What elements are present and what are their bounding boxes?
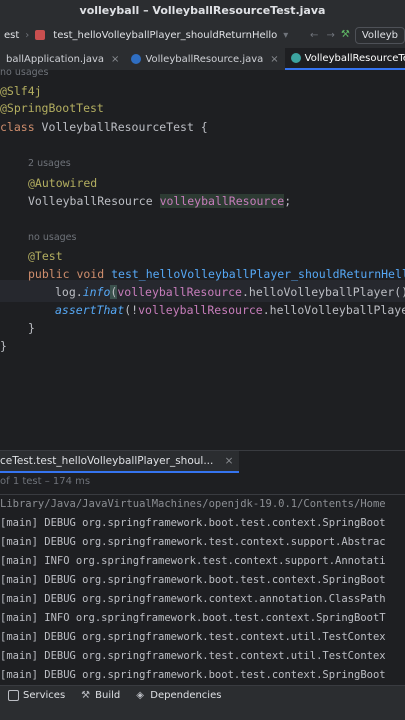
navigation-bar: est › test_helloVolleyballPlayer_shouldR… xyxy=(0,22,405,48)
console-line: [main] DEBUG org.springframework.boot.te… xyxy=(0,517,386,529)
console-line: [main] INFO org.springframework.test.con… xyxy=(0,555,386,567)
method-name: test_helloVolleyballPlayer_shouldReturnH… xyxy=(111,267,405,281)
run-configuration-label: Volleyb xyxy=(361,29,398,41)
back-arrow-icon[interactable]: ← xyxy=(308,30,320,41)
tab-label: VolleyballResource.java xyxy=(145,53,264,65)
class-close-brace: } xyxy=(0,339,7,353)
log-method: info xyxy=(82,285,111,299)
chevron-down-icon[interactable]: ▾ xyxy=(281,30,290,41)
console-line: [main] DEBUG org.springframework.test.co… xyxy=(0,536,386,548)
console-line: [main] DEBUG org.springframework.context… xyxy=(0,593,386,605)
log-statement: log.info(volleyballResource.helloVolleyb… xyxy=(55,285,405,299)
build-label: Build xyxy=(95,690,121,701)
field-end: ; xyxy=(284,194,292,208)
tab-label: VolleyballResourceTest.java xyxy=(304,52,405,64)
assert-paren: (! xyxy=(124,303,139,317)
field-name: volleyballResource xyxy=(159,194,285,208)
method-declaration: public void test_helloVolleyballPlayer_s… xyxy=(28,267,405,281)
class-icon xyxy=(290,53,301,63)
tab-resource-test[interactable]: VolleyballResourceTest.java × xyxy=(284,48,405,70)
build-button[interactable]: ⚒ Build xyxy=(73,690,128,701)
console-line: [main] DEBUG org.springframework.boot.te… xyxy=(0,669,386,681)
run-tab[interactable]: ceTest.test_helloVolleyballPlayer_shoul.… xyxy=(0,451,240,473)
close-icon[interactable]: × xyxy=(111,54,119,65)
field-type: VolleyballResource xyxy=(28,194,160,208)
console-line: Library/Java/JavaVirtualMachines/openjdk… xyxy=(0,498,386,510)
divider xyxy=(0,494,405,495)
breadcrumb-test[interactable]: est xyxy=(0,30,23,41)
breadcrumb-method[interactable]: test_helloVolleyballPlayer_shouldReturnH… xyxy=(49,30,281,41)
code-editor[interactable]: no usages @Slf4j @SpringBootTest class V… xyxy=(0,67,405,450)
method-keywords: public void xyxy=(28,267,112,281)
console-line: [main] DEBUG org.springframework.boot.te… xyxy=(0,574,386,586)
services-label: Services xyxy=(23,690,66,701)
dependencies-icon: ◈ xyxy=(136,689,144,701)
annotation-autowired: @Autowired xyxy=(28,176,98,190)
class-icon xyxy=(131,54,142,64)
usages-hint: no usages xyxy=(0,67,49,78)
annotation-springboottest: @SpringBootTest xyxy=(0,101,104,115)
annotation-slf4j: @Slf4j xyxy=(0,84,42,98)
dependencies-button[interactable]: ◈ Dependencies xyxy=(128,690,229,701)
assert-method: assertThat xyxy=(55,303,125,317)
usages-hint: no usages xyxy=(28,232,77,243)
method-close-brace: } xyxy=(28,321,35,335)
console-line: [main] INFO org.springframework.boot.tes… xyxy=(0,612,386,624)
breadcrumb-separator: › xyxy=(25,29,30,41)
assert-statement: assertThat(!volleyballResource.helloVoll… xyxy=(55,303,405,317)
field-declaration: VolleyballResource volleyballResource; xyxy=(28,194,291,208)
editor-tabs: ballApplication.java × VolleyballResourc… xyxy=(0,48,405,71)
class-name: VolleyballResourceTest { xyxy=(34,120,208,134)
test-status: of 1 test – 174 ms xyxy=(0,476,91,487)
assert-field: volleyballResource xyxy=(138,303,263,317)
dependencies-label: Dependencies xyxy=(150,690,222,701)
console-line: [main] DEBUG org.springframework.test.co… xyxy=(0,631,386,643)
close-icon[interactable]: × xyxy=(270,54,278,65)
run-configuration-select[interactable]: Volleyb xyxy=(354,26,405,44)
assert-call: .helloVolleyballPlayer xyxy=(262,303,405,317)
usages-hint: 2 usages xyxy=(28,158,71,169)
annotation-test: @Test xyxy=(28,249,63,263)
services-icon xyxy=(8,690,19,701)
forward-arrow-icon[interactable]: → xyxy=(324,30,336,41)
class-declaration: class VolleyballResourceTest { xyxy=(0,120,208,134)
close-icon[interactable]: × xyxy=(225,455,234,467)
run-panel: ceTest.test_helloVolleyballPlayer_shoul.… xyxy=(0,450,405,686)
hammer-icon: ⚒ xyxy=(81,689,91,701)
test-method-icon xyxy=(35,30,46,40)
tool-window-bar: Services ⚒ Build ◈ Dependencies xyxy=(0,685,405,720)
services-button[interactable]: Services xyxy=(0,690,73,701)
tab-label: ballApplication.java xyxy=(6,53,105,65)
hammer-icon[interactable]: ⚒ xyxy=(341,30,351,40)
class-keyword: class xyxy=(0,120,35,134)
log-ref: log. xyxy=(55,285,83,299)
console-line: [main] DEBUG org.springframework.test.co… xyxy=(0,650,386,662)
tab-resource[interactable]: VolleyballResource.java × xyxy=(125,48,284,70)
log-field: volleyballResource xyxy=(117,285,242,299)
log-call: .helloVolleyballPlayer()) xyxy=(241,285,405,299)
run-tab-label: ceTest.test_helloVolleyballPlayer_shoul.… xyxy=(0,455,214,467)
window-title: volleyball – VolleyballResourceTest.java xyxy=(0,0,405,22)
